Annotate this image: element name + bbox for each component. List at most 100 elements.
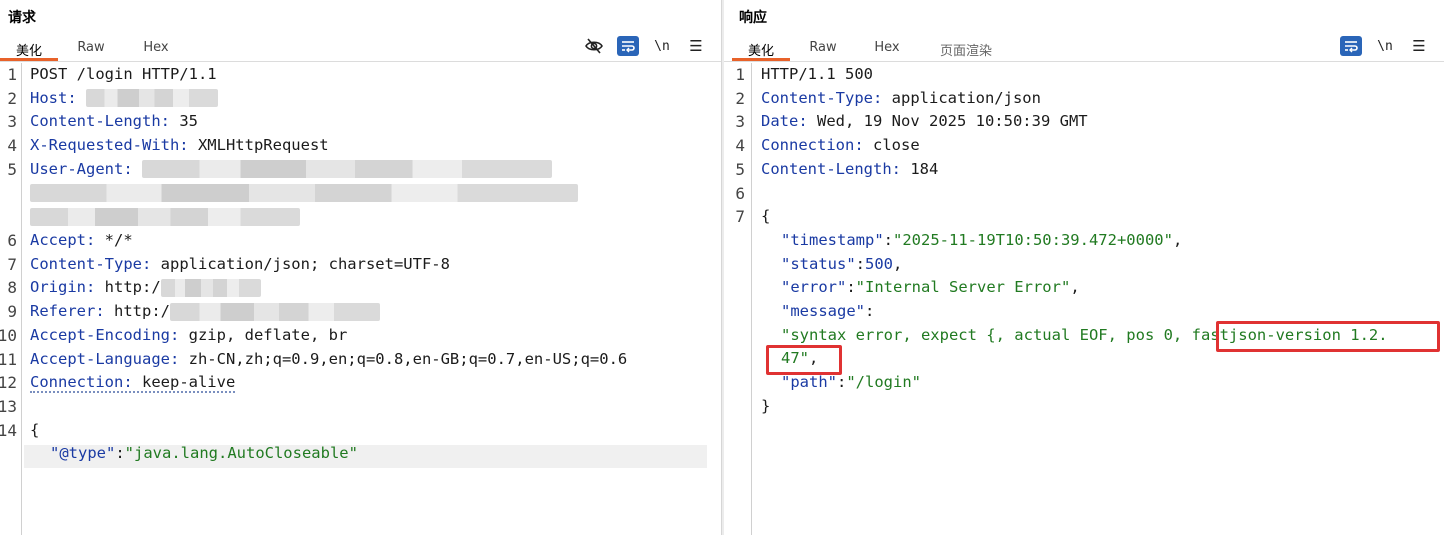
comma: , (1172, 230, 1183, 249)
header-value: zh-CN,zh;q=0.9,en;q=0.8,en-GB;q=0.7,en-U… (179, 349, 628, 368)
line-number: 7 (7, 254, 17, 274)
line-number: 5 (735, 159, 745, 179)
line-number: 4 (735, 136, 745, 156)
request-title: 请求 (8, 10, 36, 26)
header-value: keep-alive (132, 373, 236, 392)
request-line-text: POST /login HTTP/1.1 (30, 65, 217, 83)
colon: : (865, 302, 875, 320)
header-value: close (863, 136, 920, 155)
header-content-length: Content-Length: 35 (30, 110, 198, 134)
json-key: "path" (781, 373, 837, 392)
json-timestamp: "timestamp":"2025-11-19T10:50:39.472+000… (781, 229, 1182, 253)
request-editor[interactable]: 1 2 3 4 5 6 7 8 9 10 11 12 13 14 POST /l… (0, 63, 721, 535)
response-pane: 响应 美化 Raw Hex 页面渲染 \n ☰ 1 2 3 4 5 6 7 HT… (724, 0, 1444, 535)
line-number: 5 (7, 159, 17, 179)
body-type-line: "@type":"java.lang.AutoCloseable" (50, 442, 358, 466)
line-number: 12 (0, 373, 17, 393)
colon: : (855, 254, 865, 273)
header-referer: Referer: http:/ (30, 300, 380, 324)
header-origin: Origin: http:/ (30, 276, 261, 300)
tab-render[interactable]: 页面渲染 (918, 37, 1014, 61)
json-open-brace: { (761, 205, 770, 229)
newline-toggle-button[interactable]: \n (1374, 36, 1396, 56)
colon: : (837, 373, 847, 392)
header-name: Date: (761, 112, 808, 131)
brace: } (761, 396, 771, 415)
json-string: "java.lang.AutoCloseable" (124, 444, 358, 463)
header-content-type: Content-Type: application/json; charset=… (30, 253, 450, 277)
header-name: Accept-Encoding: (30, 325, 180, 344)
header-name: Referer: (30, 302, 105, 321)
comma: , (893, 254, 903, 273)
header-name: Connection: (761, 136, 864, 155)
json-string: "2025-11-19T10:50:39.472+0000" (893, 230, 1173, 249)
header-value: gzip, deflate, br (179, 325, 348, 344)
redacted-value (169, 302, 380, 321)
line-number: 14 (0, 420, 17, 440)
header-name: Accept: (30, 231, 96, 249)
header-accept-encoding: Accept-Encoding: gzip, deflate, br (30, 324, 347, 348)
json-key: "message" (781, 302, 865, 320)
line-number: 9 (7, 302, 17, 322)
hamburger-menu-icon[interactable]: ☰ (685, 36, 707, 56)
line-number: 2 (7, 88, 17, 108)
header-accept-language: Accept-Language: zh-CN,zh;q=0.9,en;q=0.8… (30, 348, 627, 372)
word-wrap-icon[interactable] (1340, 36, 1362, 56)
json-key: "error" (781, 278, 847, 297)
json-status: "status":500, (781, 253, 902, 277)
tab-pretty[interactable]: 美化 (732, 37, 790, 61)
redacted-value (30, 184, 578, 202)
line-number: 10 (0, 325, 17, 345)
response-tab-divider (724, 61, 1444, 62)
word-wrap-icon[interactable] (617, 36, 639, 56)
json-string: "/login" (846, 373, 921, 392)
json-key: "@type" (50, 444, 116, 463)
tab-hex[interactable]: Hex (124, 37, 188, 61)
tab-raw[interactable]: Raw (58, 37, 124, 61)
request-pane: 请求 美化 Raw Hex \n ☰ 1 2 3 4 5 6 7 8 9 10 … (0, 0, 721, 535)
header-name: Connection: (30, 373, 133, 392)
json-string: "syntax error, expect {, actual EOF, pos… (781, 325, 1192, 344)
tab-raw[interactable]: Raw (790, 37, 856, 61)
line-number: 11 (0, 349, 17, 369)
line-number: 4 (7, 136, 17, 156)
comma: , (1070, 278, 1080, 297)
header-value: application/json; charset=UTF-8 (151, 254, 450, 273)
hamburger-menu-icon[interactable]: ☰ (1408, 36, 1430, 56)
highlight-box-version-wrap (766, 345, 842, 375)
response-tabs: 美化 Raw Hex 页面渲染 (732, 37, 1014, 61)
user-agent-wrap (30, 205, 300, 229)
header-value: http:/ (95, 278, 161, 297)
line-number: 1 (735, 65, 745, 84)
line-number: 8 (7, 278, 17, 298)
brace: { (30, 420, 40, 439)
response-gutter: 1 2 3 4 5 6 7 (724, 63, 752, 535)
response-title: 响应 (739, 10, 767, 26)
json-key: "timestamp" (781, 230, 884, 249)
header-value: */* (95, 231, 133, 249)
json-error: "error":"Internal Server Error", (781, 276, 1080, 300)
header-value: http:/ (104, 302, 170, 321)
highlight-box-version (1216, 321, 1440, 352)
status-line-text: HTTP/1.1 500 (761, 65, 873, 83)
header-name: Accept-Language: (30, 349, 180, 368)
tab-pretty[interactable]: 美化 (0, 37, 58, 61)
header-value: 184 (900, 159, 939, 178)
request-tab-divider (0, 61, 721, 62)
header-name: User-Agent: (30, 159, 133, 178)
request-toolbar: \n ☰ (571, 36, 707, 56)
header-name: Host: (30, 88, 77, 107)
newline-toggle-button[interactable]: \n (651, 36, 673, 56)
line-number: 3 (7, 112, 17, 132)
response-editor[interactable]: 1 2 3 4 5 6 7 HTTP/1.1 500 Content-Type:… (724, 63, 1444, 535)
redacted-value (30, 207, 300, 226)
header-accept: Accept: */* (30, 229, 133, 253)
line-number: 6 (7, 231, 17, 250)
response-toolbar: \n ☰ (1328, 36, 1430, 56)
eye-slash-icon[interactable] (583, 36, 605, 56)
header-name: Origin: (30, 278, 96, 297)
colon: : (115, 444, 125, 463)
tab-hex[interactable]: Hex (856, 37, 918, 61)
header-name: Content-Type: (761, 88, 883, 107)
user-agent-wrap (30, 182, 578, 206)
